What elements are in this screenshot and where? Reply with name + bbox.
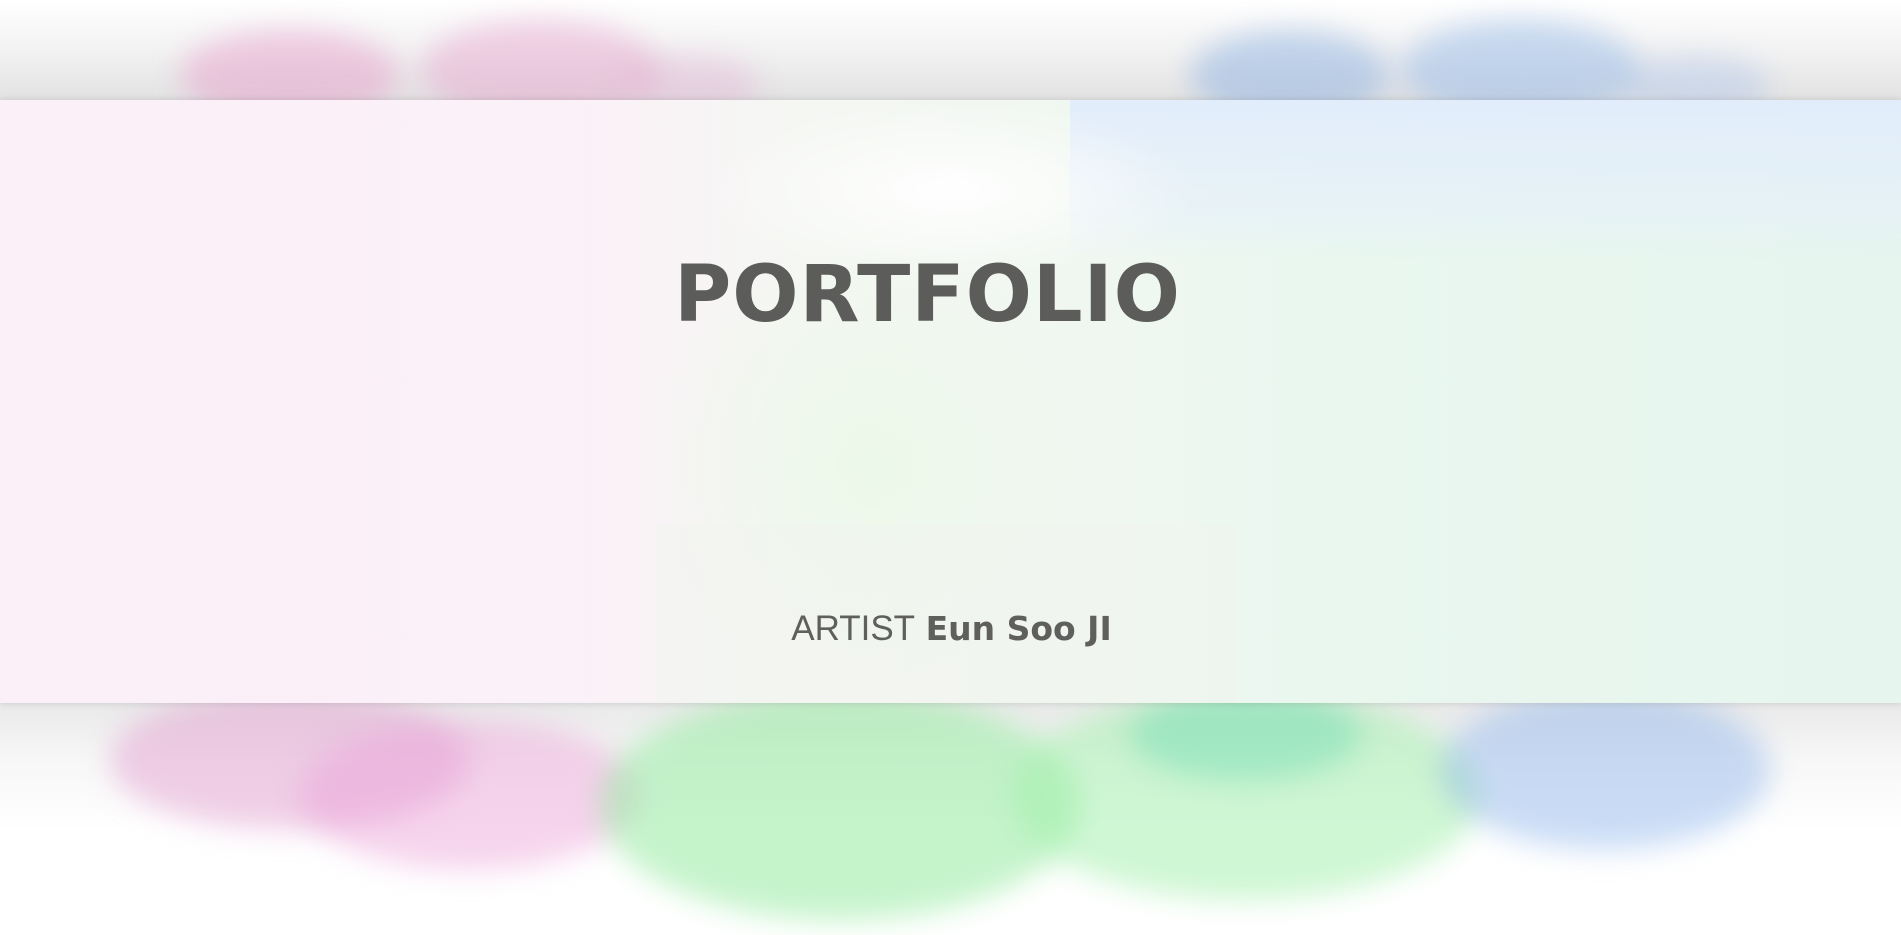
watercolor-splash xyxy=(300,720,640,870)
artist-name: Eun Soo JI xyxy=(925,609,1112,648)
artist-role: ARTIST xyxy=(791,609,916,648)
artist-credit: ARTIST Eun Soo JI xyxy=(0,605,1901,653)
watercolor-splash xyxy=(1440,690,1770,850)
page-title: PORTFOLIO xyxy=(674,250,1181,340)
watercolor-splash xyxy=(1130,690,1360,780)
portfolio-cover: PORTFOLIO ARTIST Eun Soo JI xyxy=(0,0,1901,935)
watercolor-splash xyxy=(600,690,1080,920)
